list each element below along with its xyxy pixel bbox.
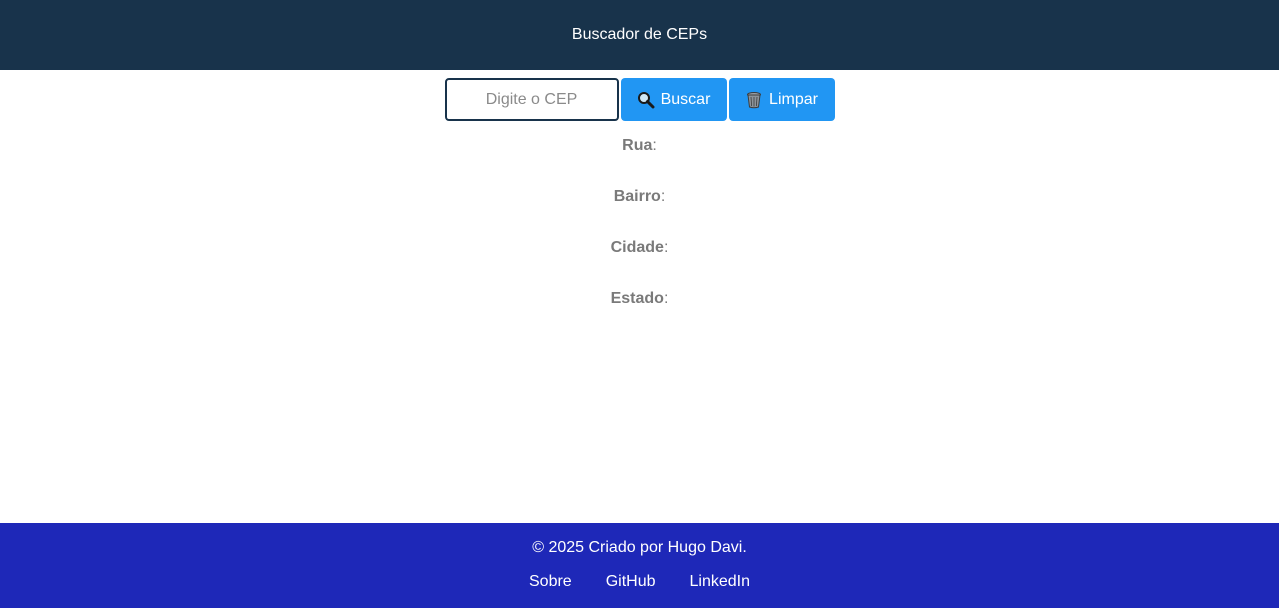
city-label: Cidade (610, 239, 664, 256)
clear-button-label: Limpar (769, 90, 818, 108)
neighborhood-result: Bairro: (614, 183, 666, 211)
city-result: Cidade: (611, 234, 669, 262)
street-result: Rua: (622, 132, 657, 160)
street-separator: : (652, 137, 657, 154)
footer-link-github[interactable]: GitHub (606, 573, 656, 591)
wastebasket-icon (745, 91, 763, 109)
footer-link-linkedin[interactable]: LinkedIn (690, 573, 751, 591)
app-header: Buscador de CEPs (0, 0, 1279, 70)
footer-link-sobre[interactable]: Sobre (529, 573, 572, 591)
state-result: Estado: (611, 285, 669, 313)
city-separator: : (663, 239, 669, 256)
magnifying-glass-icon (637, 91, 655, 109)
clear-button[interactable]: Limpar (728, 78, 835, 121)
cep-input[interactable] (444, 78, 619, 121)
state-label: Estado (610, 290, 664, 307)
street-label: Rua (622, 137, 653, 154)
app-footer: © 2025 Criado por Hugo Davi. Sobre GitHu… (0, 523, 1279, 608)
copyright-text: © 2025 Criado por Hugo Davi. (532, 539, 747, 556)
page-title: Buscador de CEPs (571, 26, 708, 43)
search-bar: Buscar Limpar (0, 78, 1279, 121)
footer-nav: Sobre GitHub LinkedIn (529, 573, 750, 591)
search-button-label: Buscar (660, 90, 711, 108)
search-button[interactable]: Buscar (620, 78, 727, 121)
address-results: Rua: Bairro: Cidade: Estado: (0, 132, 1279, 336)
neighborhood-separator: : (660, 188, 666, 205)
neighborhood-label: Bairro (613, 188, 661, 205)
state-separator: : (663, 290, 669, 307)
